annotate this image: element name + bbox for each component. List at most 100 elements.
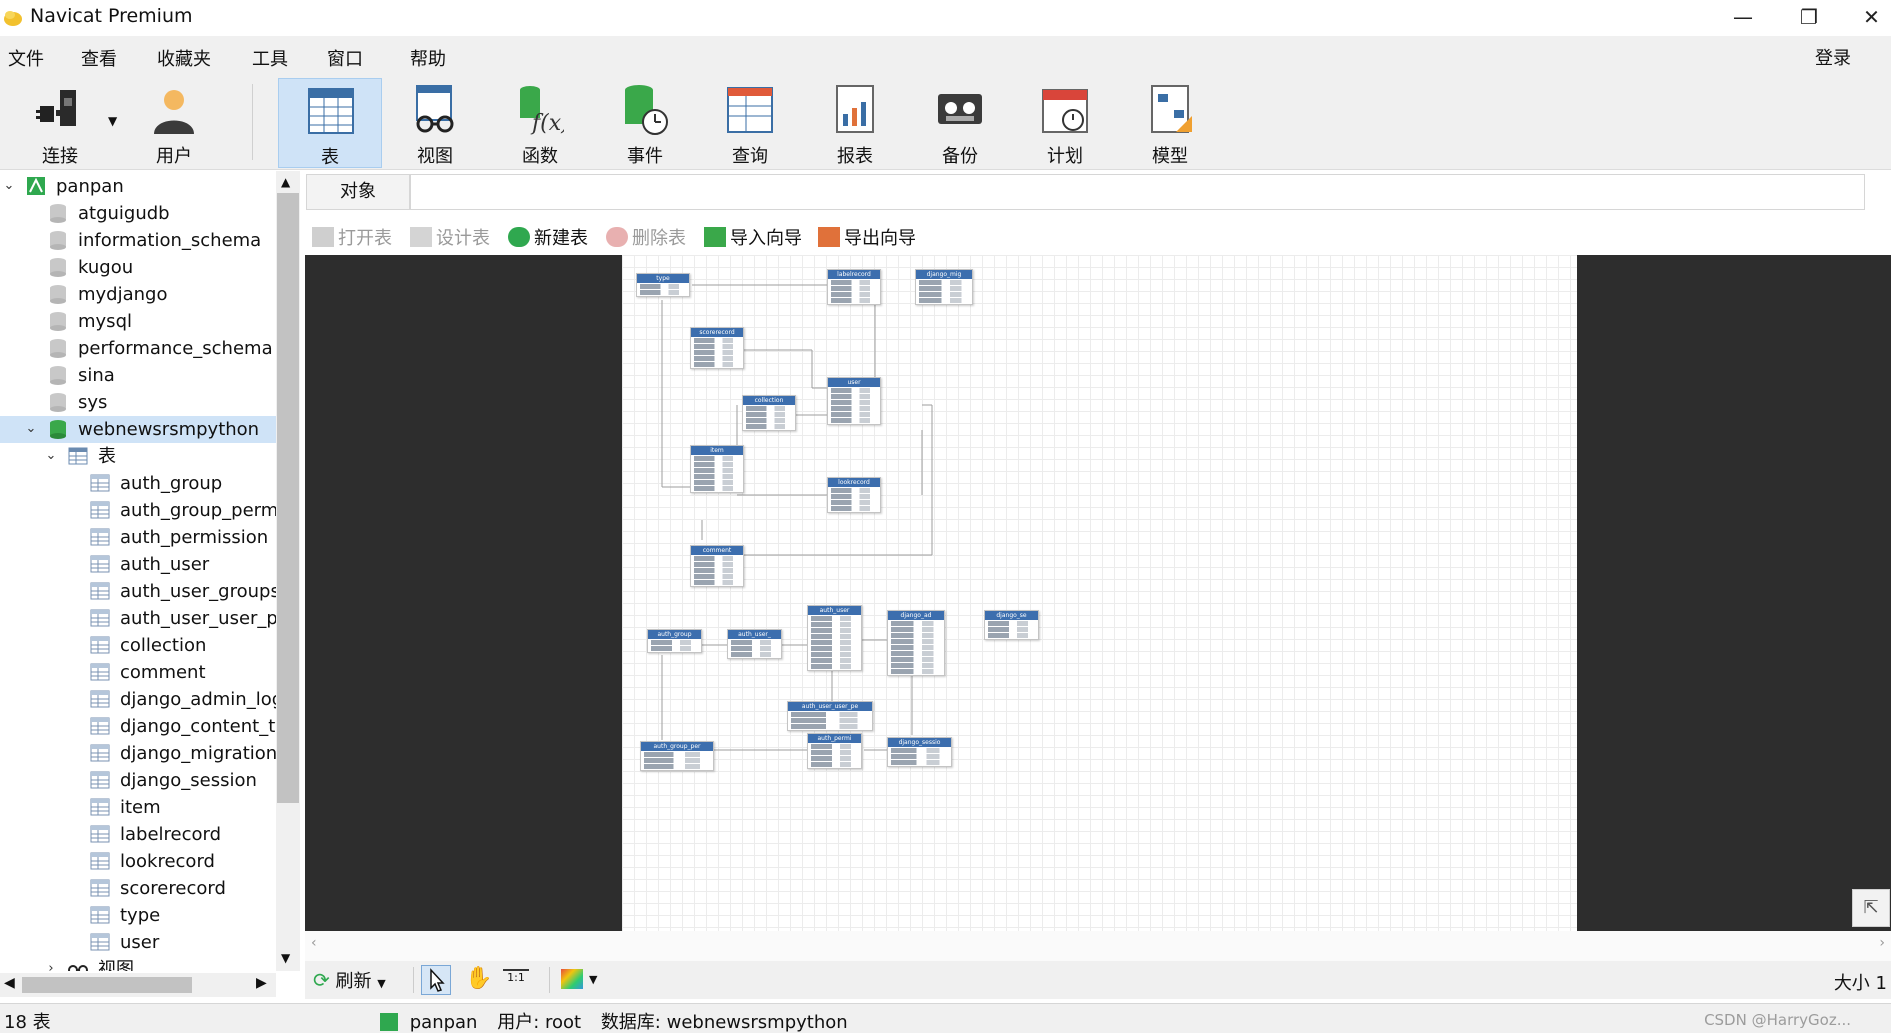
tree-database[interactable]: sina xyxy=(0,362,276,389)
er-table-box[interactable]: comment xyxy=(690,545,744,587)
toolbar-event-button[interactable]: 事件 xyxy=(593,78,697,168)
canvas-horizontal-scroll[interactable]: ‹ › xyxy=(305,931,1891,961)
er-table-box[interactable]: user xyxy=(827,377,881,425)
tree-table-item[interactable]: user xyxy=(0,929,276,956)
tree-database[interactable]: mysql xyxy=(0,308,276,335)
menu-favorites[interactable]: 收藏夹 xyxy=(157,45,211,71)
scroll-down-icon[interactable]: ▼ xyxy=(281,951,290,965)
tree-connection-panpan[interactable]: ⌄ panpan xyxy=(0,173,276,200)
tree-table-item[interactable]: django_content_ty xyxy=(0,713,276,740)
er-table-box[interactable]: django_ad xyxy=(887,610,945,676)
tree-table-item[interactable]: auth_user_user_pe xyxy=(0,605,276,632)
tree-database[interactable]: mydjango xyxy=(0,281,276,308)
zoom-fit-icon[interactable]: ⇱ xyxy=(1852,889,1890,927)
er-table-box[interactable]: auth_user_user_pe xyxy=(787,701,873,731)
toolbar-table-button[interactable]: 表 xyxy=(278,78,382,168)
tree-table-item[interactable]: auth_user_groups xyxy=(0,578,276,605)
actual-size-icon[interactable]: 1:1 xyxy=(503,969,529,989)
er-table-box[interactable]: labelrecord xyxy=(827,269,881,305)
menu-help[interactable]: 帮助 xyxy=(410,45,446,71)
tree-table-item[interactable]: collection xyxy=(0,632,276,659)
import-wizard-button[interactable]: 导入向导 xyxy=(704,224,802,250)
tree-table-item[interactable]: lookrecord xyxy=(0,848,276,875)
er-table-box[interactable]: auth_group_per xyxy=(640,741,714,771)
scroll-right-icon[interactable]: ▶ xyxy=(256,975,267,991)
toolbar-view-button[interactable]: 视图 xyxy=(383,78,487,168)
design-table-button[interactable]: 设计表 xyxy=(410,224,490,250)
tree-table-item[interactable]: django_migration xyxy=(0,740,276,767)
er-table-box[interactable]: auth_permi xyxy=(807,733,862,769)
open-table-button[interactable]: 打开表 xyxy=(312,224,392,250)
er-table-box[interactable]: django_se xyxy=(984,610,1039,640)
login-button[interactable]: 登录 xyxy=(1815,44,1851,70)
menu-tools[interactable]: 工具 xyxy=(252,45,288,71)
pointer-tool-button[interactable] xyxy=(421,965,451,995)
er-table-box[interactable]: django_sessio xyxy=(887,737,952,767)
er-table-box[interactable]: django_mig xyxy=(915,269,973,305)
tree-table-item[interactable]: django_admin_log xyxy=(0,686,276,713)
scroll-left-icon[interactable]: ‹ xyxy=(311,935,317,951)
chevron-down-icon[interactable]: ▼ xyxy=(377,977,385,990)
tree-table-item[interactable]: scorerecord xyxy=(0,875,276,902)
minimize-icon[interactable]: — xyxy=(1720,2,1766,32)
export-wizard-button[interactable]: 导出向导 xyxy=(818,224,916,250)
tree-table-item[interactable]: comment xyxy=(0,659,276,686)
toolbar-function-button[interactable]: f(x) 函数 xyxy=(488,78,592,168)
er-table-box[interactable]: auth_user_ xyxy=(727,629,782,659)
tree-table-item[interactable]: labelrecord xyxy=(0,821,276,848)
toolbar-schedule-button[interactable]: 计划 xyxy=(1013,78,1117,168)
expand-arrow-icon[interactable]: › xyxy=(44,962,58,972)
toolbar-query-button[interactable]: 查询 xyxy=(698,78,802,168)
color-picker-icon[interactable] xyxy=(561,969,583,989)
toolbar-connection-button[interactable]: 连接 xyxy=(8,78,112,168)
toolbar-model-button[interactable]: 模型 xyxy=(1118,78,1222,168)
import-wizard-icon xyxy=(704,227,726,247)
tree-database[interactable]: kugou xyxy=(0,254,276,281)
menu-window[interactable]: 窗口 xyxy=(327,45,363,71)
tree-table-item[interactable]: auth_permission xyxy=(0,524,276,551)
er-table-box[interactable]: collection xyxy=(742,395,796,431)
tree-views-folder[interactable]: › 视图 xyxy=(0,956,276,971)
tree-database-active[interactable]: ⌄ webnewsrsmpython xyxy=(0,416,276,443)
er-table-box[interactable]: item xyxy=(690,445,744,493)
er-table-box[interactable]: scorerecord xyxy=(690,327,744,369)
tree-table-item[interactable]: auth_group_perm xyxy=(0,497,276,524)
tree-database[interactable]: performance_schema xyxy=(0,335,276,362)
scroll-right-icon[interactable]: › xyxy=(1879,935,1885,951)
tree-table-item[interactable]: auth_group xyxy=(0,470,276,497)
collapse-arrow-icon[interactable]: ⌄ xyxy=(44,449,58,463)
toolbar-user-button[interactable]: 用户 xyxy=(122,78,226,168)
restore-icon[interactable]: ❐ xyxy=(1786,2,1832,32)
delete-table-button[interactable]: 删除表 xyxy=(606,224,686,250)
er-table-box[interactable]: type xyxy=(636,273,690,297)
er-diagram-canvas[interactable]: type labelrecord django_mig scorerecord user… xyxy=(622,255,1577,931)
tree-database[interactable]: sys xyxy=(0,389,276,416)
menu-view[interactable]: 查看 xyxy=(81,45,117,71)
close-icon[interactable]: ✕ xyxy=(1852,2,1891,32)
new-table-button[interactable]: 新建表 xyxy=(508,224,588,250)
tree-database[interactable]: information_schema xyxy=(0,227,276,254)
collapse-arrow-icon[interactable]: ⌄ xyxy=(2,179,16,193)
toolbar-report-button[interactable]: 报表 xyxy=(803,78,907,168)
er-table-box[interactable]: auth_user xyxy=(807,605,862,671)
er-table-box[interactable]: lookrecord xyxy=(827,477,881,513)
scroll-up-icon[interactable]: ▲ xyxy=(281,175,290,189)
toolbar-backup-button[interactable]: 备份 xyxy=(908,78,1012,168)
tree-scroll-thumb[interactable] xyxy=(277,193,299,803)
tree-table-item[interactable]: django_session xyxy=(0,767,276,794)
er-table-box[interactable]: auth_group xyxy=(647,629,702,653)
chevron-down-icon[interactable]: ▼ xyxy=(108,114,117,128)
tree-hscroll-thumb[interactable] xyxy=(22,977,192,993)
tree-database[interactable]: atguigudb xyxy=(0,200,276,227)
menu-file[interactable]: 文件 xyxy=(8,45,44,71)
tree-table-item[interactable]: type xyxy=(0,902,276,929)
scroll-left-icon[interactable]: ◀ xyxy=(4,975,15,991)
tree-tables-folder[interactable]: ⌄ 表 xyxy=(0,443,276,470)
hand-tool-icon[interactable]: ✋ xyxy=(465,966,492,991)
tab-objects[interactable]: 对象 xyxy=(306,174,410,210)
collapse-arrow-icon[interactable]: ⌄ xyxy=(24,422,38,436)
refresh-button[interactable]: ⟳ 刷新 ▼ xyxy=(313,967,386,993)
tree-table-item[interactable]: auth_user xyxy=(0,551,276,578)
chevron-down-icon[interactable]: ▼ xyxy=(589,973,597,986)
tree-table-item[interactable]: item xyxy=(0,794,276,821)
